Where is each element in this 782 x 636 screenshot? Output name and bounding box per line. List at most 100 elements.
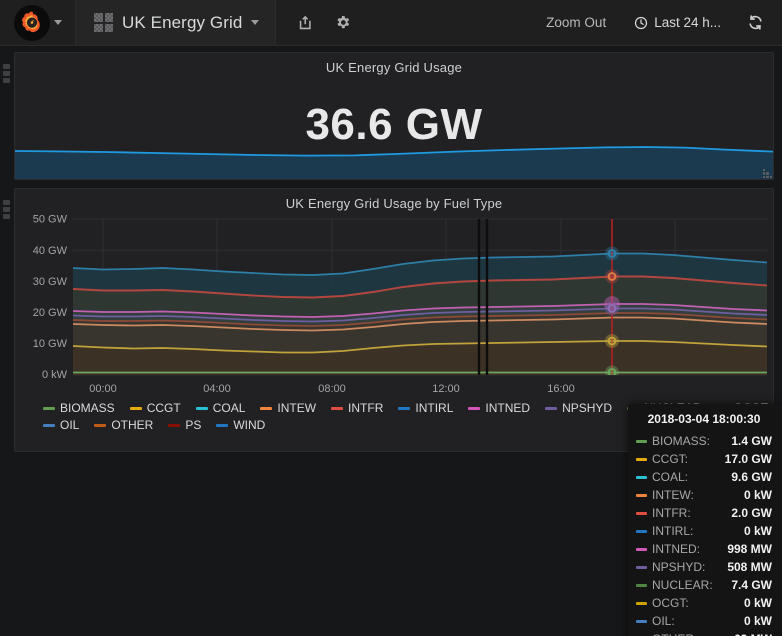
series-stack (73, 219, 767, 375)
series-name: INTEW: (652, 488, 694, 502)
legend-item[interactable]: NPSHYD (545, 401, 612, 415)
clock-icon (634, 16, 648, 30)
legend-item[interactable]: CCGT (129, 401, 181, 415)
share-export-icon[interactable] (290, 0, 322, 46)
series-name: OIL: (652, 614, 675, 628)
series-value: 0 kW (743, 524, 772, 538)
legend-label: NPSHYD (562, 401, 613, 415)
legend-item[interactable]: BIOMASS (43, 401, 115, 415)
series-color-swatch (636, 529, 647, 533)
series-color-swatch (636, 511, 647, 515)
series-color-swatch (636, 601, 647, 605)
legend-label: CCGT (146, 401, 181, 415)
legend-item[interactable]: PS (168, 418, 201, 432)
legend-color-swatch (331, 406, 344, 410)
legend-color-swatch (216, 423, 229, 427)
dashboard-title: UK Energy Grid (122, 12, 243, 32)
navbar-right-controls: Zoom Out Last 24 h... (531, 0, 782, 45)
svg-text:16:00: 16:00 (547, 383, 575, 395)
legend-label: INTNED (485, 401, 531, 415)
legend-item[interactable]: COAL (195, 401, 245, 415)
grafana-logo-icon[interactable] (13, 4, 50, 41)
series-name: NPSHYD: (652, 560, 706, 574)
time-range-picker[interactable]: Last 24 h... (621, 0, 734, 46)
row-drag-handle[interactable] (3, 200, 10, 219)
legend-item[interactable]: INTEW (260, 401, 316, 415)
tooltip-row: COAL: 9.6 GW (636, 468, 772, 486)
tooltip-row: INTIRL: 0 kW (636, 522, 772, 540)
svg-text:20 GW: 20 GW (33, 307, 68, 319)
legend-item[interactable]: INTIRL (398, 401, 453, 415)
series-value: 17.0 GW (724, 452, 772, 466)
tooltip-row: INTFR: 2.0 GW (636, 504, 772, 522)
legend-label: BIOMASS (60, 401, 115, 415)
caret-down-icon[interactable] (53, 20, 62, 25)
tooltip-row: CCGT: 17.0 GW (636, 450, 772, 468)
series-color-swatch (636, 583, 647, 587)
legend-label: OIL (60, 418, 80, 432)
tooltip-row: NPSHYD: 508 MW (636, 558, 772, 576)
svg-text:04:00: 04:00 (203, 383, 231, 395)
tooltip-row: NUCLEAR: 7.4 GW (636, 576, 772, 594)
dashboard-grid-icon (94, 13, 113, 32)
tooltip-row: BIOMASS: 1.4 GW (636, 432, 772, 450)
x-axis-labels: 00:00 04:00 08:00 12:00 16:00 (89, 383, 575, 395)
legend-label: WIND (233, 418, 266, 432)
grafana-home-menu[interactable] (0, 0, 76, 45)
series-value: 7.4 GW (731, 578, 772, 592)
navbar-spacer (368, 0, 531, 45)
legend-label: INTEW (277, 401, 317, 415)
legend-label: INTIRL (415, 401, 454, 415)
panel-resize-grip[interactable] (763, 169, 772, 178)
svg-text:12:00: 12:00 (432, 383, 460, 395)
graph-plot-area[interactable]: 0 kW 10 GW 20 GW 30 GW 40 GW 50 GW 00:00… (15, 211, 773, 399)
gear-icon[interactable] (326, 0, 358, 46)
time-range-label: Last 24 h... (654, 14, 721, 30)
svg-text:10 GW: 10 GW (33, 338, 68, 350)
series-value: 0 kW (743, 614, 772, 628)
top-navbar: UK Energy Grid Zoom Out Last 24 h... (0, 0, 782, 46)
tooltip-row: OCGT: 0 kW (636, 594, 772, 612)
refresh-icon[interactable] (734, 0, 776, 46)
series-color-swatch (636, 619, 647, 623)
caret-down-icon[interactable] (251, 20, 260, 25)
panel-uk-energy-grid-usage[interactable]: UK Energy Grid Usage 36.6 GW (14, 52, 774, 180)
series-name: OCGT: (652, 596, 689, 610)
legend-item[interactable]: INTNED (468, 401, 530, 415)
series-color-swatch (636, 439, 647, 443)
dashboard-picker[interactable]: UK Energy Grid (76, 0, 277, 45)
legend-color-swatch (43, 406, 55, 410)
svg-text:40 GW: 40 GW (33, 245, 68, 257)
tooltip-row: OTHER: 63 MW (636, 630, 772, 636)
legend-color-swatch (260, 406, 273, 410)
legend-item[interactable]: OTHER (94, 418, 153, 432)
tooltip-row: INTNED: 998 MW (636, 540, 772, 558)
tooltip-row: INTEW: 0 kW (636, 486, 772, 504)
legend-color-swatch (545, 406, 558, 410)
legend-color-swatch (398, 406, 411, 410)
svg-text:30 GW: 30 GW (33, 276, 68, 288)
dashboard-body: UK Energy Grid Usage 36.6 GW UK Energy G… (0, 52, 782, 636)
zoom-out-button[interactable]: Zoom Out (531, 0, 621, 46)
series-value: 0 kW (743, 596, 772, 610)
series-name: OTHER: (652, 632, 697, 636)
legend-color-swatch (168, 423, 181, 427)
series-color-swatch (636, 547, 647, 551)
series-value: 508 MW (727, 560, 772, 574)
series-name: BIOMASS: (652, 434, 711, 448)
y-axis-labels: 0 kW 10 GW 20 GW 30 GW 40 GW 50 GW (33, 214, 68, 382)
legend-item[interactable]: OIL (43, 418, 79, 432)
panel-title: UK Energy Grid Usage (325, 60, 463, 75)
legend-item[interactable]: INTFR (331, 401, 383, 415)
tooltip-row: OIL: 0 kW (636, 612, 772, 630)
stacked-area-chart: 0 kW 10 GW 20 GW 30 GW 40 GW 50 GW 00:00… (33, 214, 767, 395)
series-value: 2.0 GW (731, 506, 772, 520)
panel-title: UK Energy Grid Usage by Fuel Type (285, 196, 503, 211)
legend-color-swatch (195, 406, 208, 410)
legend-color-swatch (468, 406, 481, 410)
legend-color-swatch (129, 406, 142, 410)
row-drag-handle[interactable] (3, 64, 10, 83)
legend-color-swatch (43, 423, 55, 427)
legend-label: OTHER (111, 418, 154, 432)
legend-item[interactable]: WIND (216, 418, 265, 432)
